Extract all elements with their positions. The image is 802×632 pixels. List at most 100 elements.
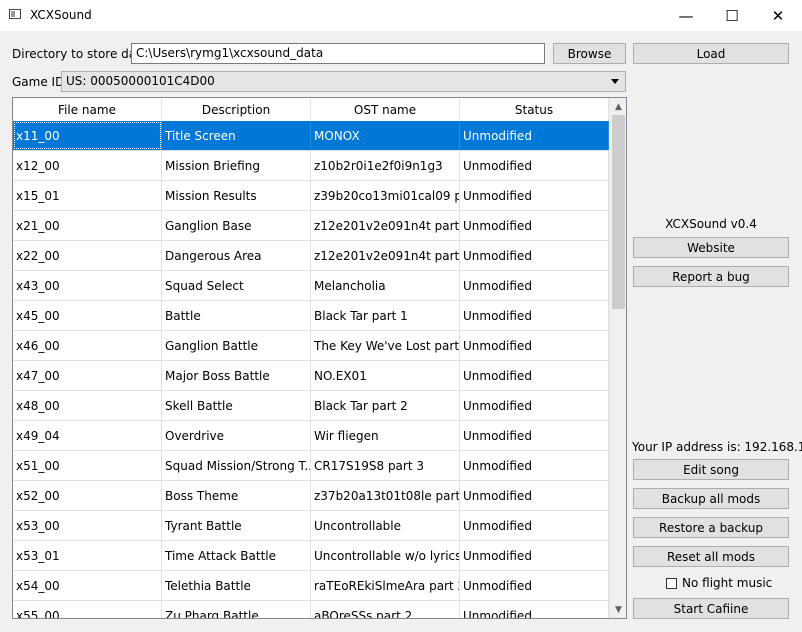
- cell-file-name: x52_00: [13, 481, 162, 510]
- cell-status: Unmodified: [460, 361, 609, 390]
- cell-file-name: x51_00: [13, 451, 162, 480]
- cell-status: Unmodified: [460, 391, 609, 420]
- cell-status: Unmodified: [460, 301, 609, 330]
- cell-description: Telethia Battle: [162, 571, 311, 600]
- table-row[interactable]: x47_00 Major Boss Battle NO.EX01 Unmodified: [13, 361, 609, 391]
- cell-ost-name: z12e201v2e091n4t part 1: [311, 211, 460, 240]
- cell-file-name: x46_00: [13, 331, 162, 360]
- cell-ost-name: z37b20a13t01t08le part 2: [311, 481, 460, 510]
- cell-description: Mission Briefing: [162, 151, 311, 180]
- cell-file-name: x48_00: [13, 391, 162, 420]
- browse-button[interactable]: Browse: [553, 43, 626, 64]
- no-flight-music-option[interactable]: No flight music: [666, 576, 772, 590]
- table-row[interactable]: x48_00 Skell Battle Black Tar part 2 Unmodi…: [13, 391, 609, 421]
- start-cafiine-button[interactable]: Start Cafiine: [633, 598, 789, 619]
- cell-status: Unmodified: [460, 451, 609, 480]
- table-row[interactable]: x53_01 Time Attack Battle Uncontrollable w…: [13, 541, 609, 571]
- minimize-button[interactable]: —: [663, 0, 709, 31]
- table-row[interactable]: x11_00 Title Screen MONOX Unmodified: [13, 121, 609, 151]
- column-header-status[interactable]: Status: [460, 98, 609, 121]
- table-row[interactable]: x49_04 Overdrive Wir fliegen Unmodified: [13, 421, 609, 451]
- cell-description: Title Screen: [162, 121, 311, 150]
- cell-ost-name: raTEoREkiSlmeAra part 2: [311, 571, 460, 600]
- cell-file-name: x47_00: [13, 361, 162, 390]
- table-row[interactable]: x46_00 Ganglion Battle The Key We've Lost …: [13, 331, 609, 361]
- table-row[interactable]: x52_00 Boss Theme z37b20a13t01t08le part 2…: [13, 481, 609, 511]
- cell-description: Squad Select: [162, 271, 311, 300]
- app-window-icon: [9, 9, 21, 19]
- edit-song-button[interactable]: Edit song: [633, 459, 789, 480]
- table-row[interactable]: x55_00 Zu Pharg Battle aBOreSSs part 2 Unmo…: [13, 601, 609, 618]
- report-bug-button[interactable]: Report a bug: [633, 266, 789, 287]
- column-header-file-name[interactable]: File name: [13, 98, 162, 121]
- cell-ost-name: MONOX: [311, 121, 460, 150]
- backup-all-mods-button[interactable]: Backup all mods: [633, 488, 789, 509]
- table-row[interactable]: x54_00 Telethia Battle raTEoREkiSlmeAra pa…: [13, 571, 609, 601]
- restore-backup-button[interactable]: Restore a backup: [633, 517, 789, 538]
- scroll-down-arrow-icon[interactable]: ▼: [610, 601, 626, 618]
- cell-description: Squad Mission/Strong T...: [162, 451, 311, 480]
- cell-ost-name: z39b20co13mi01cal09 pa...: [311, 181, 460, 210]
- cell-ost-name: z12e201v2e091n4t part 2: [311, 241, 460, 270]
- cell-ost-name: Black Tar part 1: [311, 301, 460, 330]
- maximize-button[interactable]: ☐: [709, 0, 755, 31]
- cell-file-name: x22_00: [13, 241, 162, 270]
- cell-ost-name: NO.EX01: [311, 361, 460, 390]
- cell-file-name: x53_01: [13, 541, 162, 570]
- table-row[interactable]: x12_00 Mission Briefing z10b2r0i1e2f0i9n1g…: [13, 151, 609, 181]
- no-flight-music-checkbox[interactable]: [666, 577, 677, 589]
- cell-status: Unmodified: [460, 271, 609, 300]
- game-id-label: Game ID:: [12, 75, 69, 89]
- column-header-description[interactable]: Description: [162, 98, 311, 121]
- cell-ost-name: Melancholia: [311, 271, 460, 300]
- table-row[interactable]: x53_00 Tyrant Battle Uncontrollable Unmodif…: [13, 511, 609, 541]
- scroll-up-arrow-icon[interactable]: ▲: [610, 98, 626, 115]
- cell-description: Overdrive: [162, 421, 311, 450]
- cell-description: Zu Pharg Battle: [162, 601, 311, 618]
- cell-status: Unmodified: [460, 481, 609, 510]
- cell-ost-name: Uncontrollable w/o lyrics: [311, 541, 460, 570]
- game-id-select[interactable]: US: 00050000101C4D00: [61, 71, 626, 92]
- table-row[interactable]: x45_00 Battle Black Tar part 1 Unmodified: [13, 301, 609, 331]
- cell-ost-name: Wir fliegen: [311, 421, 460, 450]
- table-row[interactable]: x43_00 Squad Select Melancholia Unmodified: [13, 271, 609, 301]
- cell-file-name: x43_00: [13, 271, 162, 300]
- table-row[interactable]: x22_00 Dangerous Area z12e201v2e091n4t par…: [13, 241, 609, 271]
- cell-file-name: x55_00: [13, 601, 162, 618]
- cell-description: Mission Results: [162, 181, 311, 210]
- cell-ost-name: The Key We've Lost part 2: [311, 331, 460, 360]
- scrollbar-thumb[interactable]: [612, 115, 625, 309]
- directory-input[interactable]: C:\Users\rymg1\xcxsound_data: [131, 43, 545, 64]
- load-button[interactable]: Load: [633, 43, 789, 64]
- no-flight-music-label: No flight music: [682, 576, 773, 590]
- cell-description: Skell Battle: [162, 391, 311, 420]
- cell-status: Unmodified: [460, 601, 609, 618]
- songs-table[interactable]: File name Description OST name Status x1…: [12, 97, 627, 619]
- cell-file-name: x12_00: [13, 151, 162, 180]
- cell-file-name: x21_00: [13, 211, 162, 240]
- cell-description: Battle: [162, 301, 311, 330]
- table-row[interactable]: x15_01 Mission Results z39b20co13mi01cal09…: [13, 181, 609, 211]
- cell-description: Ganglion Base: [162, 211, 311, 240]
- chevron-down-icon: [611, 79, 619, 84]
- reset-all-mods-button[interactable]: Reset all mods: [633, 546, 789, 567]
- game-id-selected-value: US: 00050000101C4D00: [66, 74, 215, 88]
- table-scrollbar[interactable]: ▲ ▼: [609, 98, 626, 618]
- cell-file-name: x49_04: [13, 421, 162, 450]
- table-row[interactable]: x51_00 Squad Mission/Strong T... CR17S19S8…: [13, 451, 609, 481]
- cell-status: Unmodified: [460, 121, 609, 150]
- cell-ost-name: aBOreSSs part 2: [311, 601, 460, 618]
- cell-description: Ganglion Battle: [162, 331, 311, 360]
- table-row[interactable]: x21_00 Ganglion Base z12e201v2e091n4t part…: [13, 211, 609, 241]
- cell-status: Unmodified: [460, 571, 609, 600]
- table-body: x11_00 Title Screen MONOX Unmodified x12_00 M…: [13, 121, 609, 618]
- cell-status: Unmodified: [460, 151, 609, 180]
- website-button[interactable]: Website: [633, 237, 789, 258]
- cell-file-name: x11_00: [13, 121, 162, 150]
- column-header-ost-name[interactable]: OST name: [311, 98, 460, 121]
- close-button[interactable]: ✕: [755, 0, 801, 31]
- cell-ost-name: Black Tar part 2: [311, 391, 460, 420]
- cell-status: Unmodified: [460, 181, 609, 210]
- cell-file-name: x53_00: [13, 511, 162, 540]
- cell-ost-name: CR17S19S8 part 3: [311, 451, 460, 480]
